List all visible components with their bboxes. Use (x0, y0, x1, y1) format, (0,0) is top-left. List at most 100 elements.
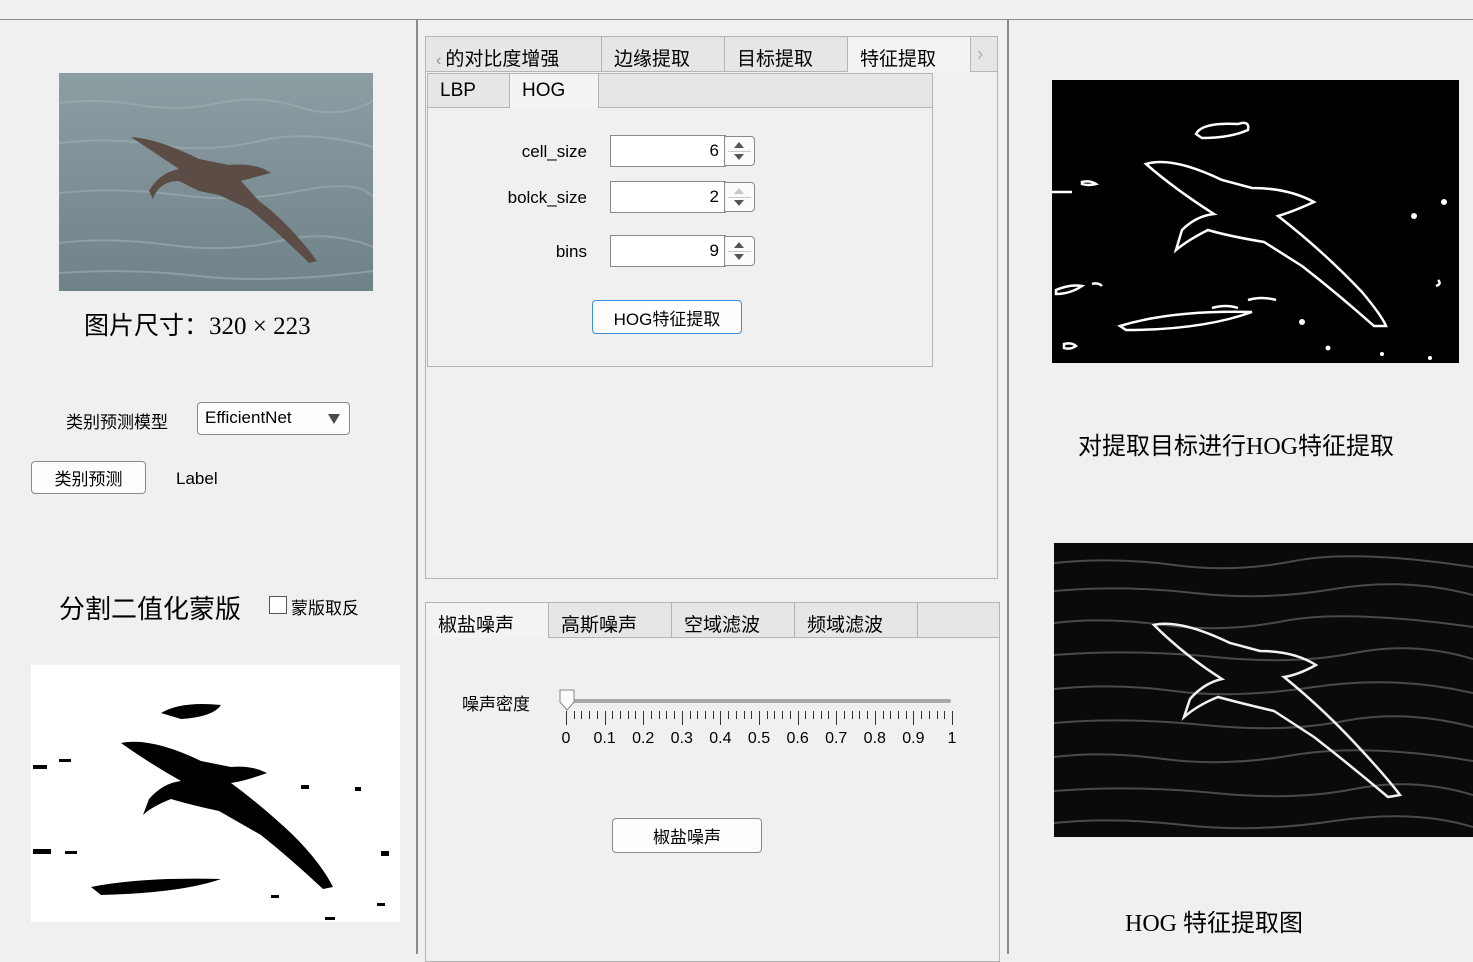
processing-tab-panel: ‹ 的对比度增强 边缘提取 目标提取 特征提取 › LBP HOG cell_si… (425, 36, 998, 579)
mask-title: 分割二值化蒙版 (59, 594, 242, 624)
slider-minor-tick (851, 711, 853, 719)
cell-size-label: cell_size (521, 142, 587, 161)
block-size-input[interactable]: 2 (610, 181, 726, 213)
slider-minor-tick (789, 711, 791, 719)
slider-minor-tick (813, 711, 815, 719)
tab-contrast-enhance[interactable]: ‹ 的对比度增强 (426, 37, 602, 71)
slider-minor-tick (859, 711, 861, 719)
slider-major-tick (759, 711, 760, 725)
arrow-down-icon[interactable] (734, 200, 744, 206)
tab-label: 空域滤波 (684, 615, 761, 636)
predict-button[interactable]: 类别预测 (31, 461, 146, 494)
slider-minor-tick (689, 711, 691, 719)
slider-tick-label: 0 (561, 730, 571, 747)
bins-label: bins (555, 242, 587, 261)
noise-tab-strip: 椒盐噪声 高斯噪声 空域滤波 频域滤波 (426, 603, 999, 638)
slider-minor-tick (704, 711, 706, 719)
cell-size-stepper[interactable] (724, 136, 755, 166)
slider-minor-tick (766, 711, 768, 719)
salt-pepper-noise-button[interactable]: 椒盐噪声 (612, 818, 762, 853)
noise-density-label: 噪声密度 (462, 695, 530, 714)
arrow-down-icon[interactable] (734, 254, 744, 260)
bins-input[interactable]: 9 (610, 235, 726, 267)
top-toolbar-strip (0, 0, 1473, 20)
slider-tick-label: 0.7 (825, 730, 848, 747)
hog-feature-image (1054, 543, 1473, 837)
slider-major-tick (681, 711, 683, 725)
slider-minor-tick (635, 711, 637, 719)
arrow-down-icon[interactable] (734, 154, 744, 160)
model-dropdown[interactable]: EfficientNet (197, 402, 350, 435)
slider-minor-tick (712, 711, 714, 719)
arrow-up-icon[interactable] (734, 188, 744, 194)
right-divider (1007, 19, 1009, 954)
tab-frequency-filter[interactable]: 频域滤波 (795, 603, 918, 637)
slider-minor-tick (882, 711, 884, 719)
slider-minor-tick (805, 711, 807, 719)
feature-subtab-strip: LBP HOG (428, 74, 932, 108)
tab-feature-extract[interactable]: 特征提取 (848, 37, 971, 72)
slider-tick-label: 0.4 (709, 730, 732, 747)
binary-mask-image (31, 665, 400, 922)
slider-major-tick (952, 711, 953, 725)
slider-minor-tick (936, 711, 938, 719)
tab-spatial-filter[interactable]: 空域滤波 (672, 603, 795, 637)
slider-minor-tick (743, 711, 745, 719)
tab-label: 特征提取 (860, 49, 937, 70)
processing-tab-strip: ‹ 的对比度增强 边缘提取 目标提取 特征提取 › (426, 37, 997, 72)
hog-extract-button[interactable]: HOG特征提取 (592, 300, 742, 334)
model-label: 类别预测模型 (66, 413, 168, 432)
tab-salt-pepper-noise[interactable]: 椒盐噪声 (426, 603, 549, 638)
tab-target-extract[interactable]: 目标提取 (725, 37, 848, 71)
noise-tab-panel: 椒盐噪声 高斯噪声 空域滤波 频域滤波 噪声密度 0 0.1 0.2 0.3 0.4 0.… (425, 602, 1000, 962)
slider-minor-tick (944, 711, 946, 719)
slider-minor-tick (921, 711, 923, 719)
cell-size-input[interactable]: 6 (610, 135, 726, 167)
arrow-up-icon[interactable] (734, 242, 744, 248)
tab-label: HOG (522, 80, 566, 101)
slider-tick-label: 0.6 (786, 730, 809, 747)
bins-stepper[interactable] (724, 236, 755, 266)
slider-major-tick (836, 711, 838, 725)
hog-feature-caption: HOG 特征提取图 (1125, 911, 1303, 937)
slider-tick-label: 0.8 (863, 730, 886, 747)
slider-minor-tick (774, 711, 776, 719)
hog-target-image (1052, 80, 1459, 363)
original-image (59, 73, 373, 291)
chevron-right-icon[interactable]: › (971, 37, 997, 71)
noise-density-track[interactable] (565, 699, 951, 703)
chevron-left-icon[interactable]: ‹ (436, 52, 441, 69)
slider-minor-tick (666, 711, 668, 719)
slider-minor-tick (728, 711, 730, 719)
slider-minor-tick (612, 711, 614, 719)
tab-label: 边缘提取 (614, 49, 691, 70)
image-size-label: 图片尺寸：320 × 223 (84, 313, 311, 340)
tab-label: 椒盐噪声 (438, 615, 515, 636)
tab-label: 频域滤波 (807, 615, 884, 636)
slider-major-tick (566, 711, 567, 725)
block-size-label: bolck_size (507, 188, 587, 207)
feature-subtab-panel: LBP HOG cell_size 6 bolck_size 2 bins 9 … (427, 73, 933, 367)
slider-minor-tick (928, 711, 930, 719)
slider-minor-tick (890, 711, 892, 719)
tab-edge-extract[interactable]: 边缘提取 (602, 37, 725, 71)
slider-minor-tick (596, 711, 598, 719)
slider-minor-tick (589, 711, 591, 719)
invert-mask-label: 蒙版取反 (291, 599, 359, 618)
slider-minor-tick (867, 711, 869, 719)
tab-label: 高斯噪声 (561, 615, 638, 636)
tab-lbp[interactable]: LBP (428, 74, 510, 107)
slider-minor-tick (820, 711, 822, 719)
chevron-down-icon (328, 414, 340, 424)
slider-minor-tick (650, 711, 652, 719)
slider-minor-tick (658, 711, 660, 719)
invert-mask-checkbox[interactable] (269, 596, 287, 614)
left-divider (416, 19, 418, 954)
slider-minor-tick (697, 711, 699, 719)
tab-gaussian-noise[interactable]: 高斯噪声 (549, 603, 672, 637)
tab-hog[interactable]: HOG (510, 74, 599, 108)
block-size-stepper[interactable] (724, 182, 755, 212)
arrow-up-icon[interactable] (734, 142, 744, 148)
slider-tick-label: 1 (947, 730, 957, 747)
slider-major-tick (604, 711, 606, 725)
